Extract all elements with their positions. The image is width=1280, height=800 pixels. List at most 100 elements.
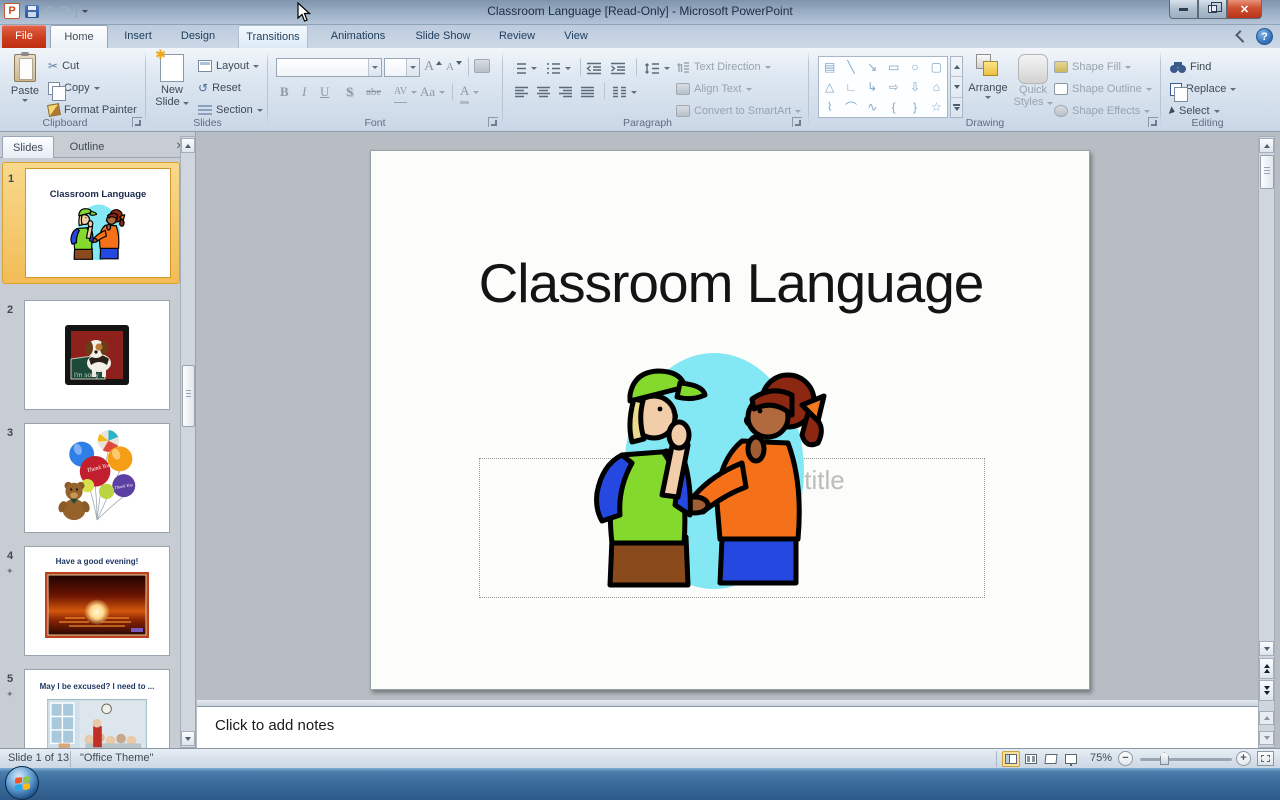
notes-scroll-down-button[interactable] bbox=[1259, 731, 1274, 745]
new-slide-button[interactable]: New Slide bbox=[150, 54, 194, 108]
slide-1-thumbnail[interactable]: Classroom Language bbox=[25, 168, 171, 278]
kids-talking-clipart[interactable] bbox=[546, 343, 876, 596]
zoom-slider-thumb[interactable] bbox=[1160, 752, 1169, 765]
cut-button[interactable]: ✂Cut bbox=[48, 56, 79, 76]
animation-star-icon[interactable]: ✦ bbox=[6, 566, 14, 577]
gallery-scroll-down-icon[interactable] bbox=[951, 77, 962, 97]
scroll-up-button[interactable] bbox=[1259, 138, 1274, 153]
panel-tab-outline[interactable]: Outline bbox=[58, 136, 116, 158]
slide-3-thumbnail[interactable]: Thank You Thank You bbox=[24, 423, 170, 533]
panel-scrollbar[interactable] bbox=[180, 136, 196, 748]
replace-button[interactable]: Replace bbox=[1170, 79, 1236, 99]
font-name-dropdown-icon[interactable] bbox=[368, 59, 381, 76]
close-button[interactable]: ✕ bbox=[1227, 0, 1262, 19]
strikethrough-button[interactable]: abe bbox=[366, 82, 381, 102]
tab-transitions[interactable]: Transitions bbox=[238, 25, 308, 48]
text-shadow-button[interactable]: S bbox=[346, 82, 353, 102]
slide-show-view-button[interactable] bbox=[1062, 751, 1080, 767]
zoom-level[interactable]: 75% bbox=[1090, 752, 1112, 764]
tab-review[interactable]: Review bbox=[492, 25, 542, 48]
font-size-dropdown-icon[interactable] bbox=[406, 59, 419, 76]
panel-scroll-thumb[interactable] bbox=[182, 365, 195, 427]
zoom-in-button[interactable]: + bbox=[1236, 751, 1251, 766]
shape-right-brace-icon[interactable]: } bbox=[904, 97, 925, 117]
notes-scroll-up-button[interactable] bbox=[1259, 711, 1274, 725]
scroll-thumb[interactable] bbox=[1260, 155, 1274, 189]
font-name-combo[interactable] bbox=[276, 58, 382, 77]
slide-canvas[interactable]: Classroom Language Click to add subtitle bbox=[370, 150, 1090, 690]
paragraph-dialog-launcher[interactable] bbox=[792, 117, 802, 127]
shapes-gallery-scrollbar[interactable] bbox=[950, 56, 963, 118]
clear-formatting-button[interactable] bbox=[474, 56, 490, 76]
help-button[interactable]: ? bbox=[1256, 28, 1273, 45]
previous-slide-button[interactable] bbox=[1259, 658, 1274, 679]
clipboard-dialog-launcher[interactable] bbox=[132, 117, 142, 127]
shape-effects-button[interactable]: Shape Effects bbox=[1054, 101, 1150, 121]
shape-curve-icon[interactable]: ∿ bbox=[862, 97, 883, 117]
shape-oval-icon[interactable]: ○ bbox=[904, 57, 925, 77]
scroll-down-button[interactable] bbox=[1259, 641, 1274, 656]
align-center-button[interactable] bbox=[536, 82, 551, 102]
quick-styles-button[interactable]: Quick Styles bbox=[1012, 54, 1054, 108]
shape-scribble-icon[interactable]: ⌇ bbox=[819, 97, 840, 117]
bold-button[interactable]: B bbox=[280, 82, 289, 102]
font-dialog-launcher[interactable] bbox=[488, 117, 498, 127]
shape-textbox-icon[interactable]: ▤ bbox=[819, 57, 840, 77]
panel-scroll-up-button[interactable] bbox=[181, 138, 195, 153]
shrink-font-button[interactable]: A bbox=[446, 57, 462, 77]
shape-elbow-icon[interactable]: ∟ bbox=[840, 77, 861, 97]
zoom-slider-track[interactable] bbox=[1140, 758, 1232, 761]
find-button[interactable]: Find bbox=[1170, 57, 1211, 77]
change-case-button[interactable]: Aa bbox=[420, 82, 445, 102]
reading-view-button[interactable] bbox=[1042, 751, 1060, 767]
paste-dropdown-icon[interactable] bbox=[22, 99, 28, 102]
align-right-button[interactable] bbox=[558, 82, 573, 102]
shape-down-arrow-icon[interactable]: ⇩ bbox=[904, 77, 925, 97]
character-spacing-button[interactable]: AV bbox=[394, 82, 417, 102]
tab-insert[interactable]: Insert bbox=[114, 25, 162, 48]
tab-home[interactable]: Home bbox=[50, 25, 108, 48]
shape-arc-icon[interactable]: ⌒ bbox=[840, 97, 861, 117]
drawing-dialog-launcher[interactable] bbox=[1148, 117, 1158, 127]
restore-button[interactable] bbox=[1198, 0, 1227, 19]
shape-rounded-rect-icon[interactable]: ▢ bbox=[926, 57, 947, 77]
shape-line-icon[interactable]: ╲ bbox=[840, 57, 861, 77]
align-left-button[interactable] bbox=[514, 82, 529, 102]
reset-button[interactable]: ↺Reset bbox=[198, 78, 241, 98]
justify-button[interactable] bbox=[580, 82, 595, 102]
slide-sorter-view-button[interactable] bbox=[1022, 751, 1040, 767]
shape-elbow-arrow-icon[interactable]: ↳ bbox=[862, 77, 883, 97]
line-spacing-button[interactable] bbox=[644, 58, 670, 78]
slide-4-thumbnail[interactable]: Have a good evening! bbox=[24, 546, 170, 656]
zoom-out-button[interactable]: − bbox=[1118, 751, 1133, 766]
minimize-button[interactable] bbox=[1169, 0, 1198, 19]
tab-file[interactable]: File bbox=[2, 25, 46, 48]
collapse-ribbon-icon[interactable] bbox=[1235, 30, 1248, 43]
shape-outline-button[interactable]: Shape Outline bbox=[1054, 79, 1152, 99]
tab-slide-show[interactable]: Slide Show bbox=[408, 25, 478, 48]
shape-fill-button[interactable]: Shape Fill bbox=[1054, 57, 1131, 77]
normal-view-button[interactable] bbox=[1002, 751, 1020, 767]
next-slide-button[interactable] bbox=[1259, 680, 1274, 701]
text-direction-button[interactable]: Text Direction bbox=[676, 57, 771, 77]
paste-button[interactable]: Paste bbox=[6, 54, 44, 102]
shape-left-brace-icon[interactable]: { bbox=[883, 97, 904, 117]
shape-right-arrow-icon[interactable]: ⇨ bbox=[883, 77, 904, 97]
bullets-button[interactable] bbox=[512, 58, 537, 78]
shape-triangle-icon[interactable]: △ bbox=[819, 77, 840, 97]
increase-indent-button[interactable] bbox=[610, 58, 626, 78]
shape-rectangle-icon[interactable]: ▭ bbox=[883, 57, 904, 77]
shape-star-icon[interactable]: ☆ bbox=[926, 97, 947, 117]
align-text-button[interactable]: Align Text bbox=[676, 79, 752, 99]
slide-5-thumbnail[interactable]: May I be excused? I need to ... bbox=[24, 669, 170, 748]
tab-animations[interactable]: Animations bbox=[322, 25, 394, 48]
arrange-button[interactable]: Arrange bbox=[966, 54, 1010, 99]
underline-button[interactable]: U bbox=[320, 82, 329, 102]
start-button[interactable] bbox=[5, 766, 39, 800]
grow-font-button[interactable]: A bbox=[424, 57, 442, 77]
columns-button[interactable] bbox=[612, 82, 637, 102]
notes-pane[interactable]: Click to add notes bbox=[197, 706, 1258, 748]
italic-button[interactable]: I bbox=[302, 82, 306, 102]
fit-slide-to-window-button[interactable] bbox=[1257, 751, 1274, 766]
slide-title[interactable]: Classroom Language bbox=[371, 251, 1091, 315]
